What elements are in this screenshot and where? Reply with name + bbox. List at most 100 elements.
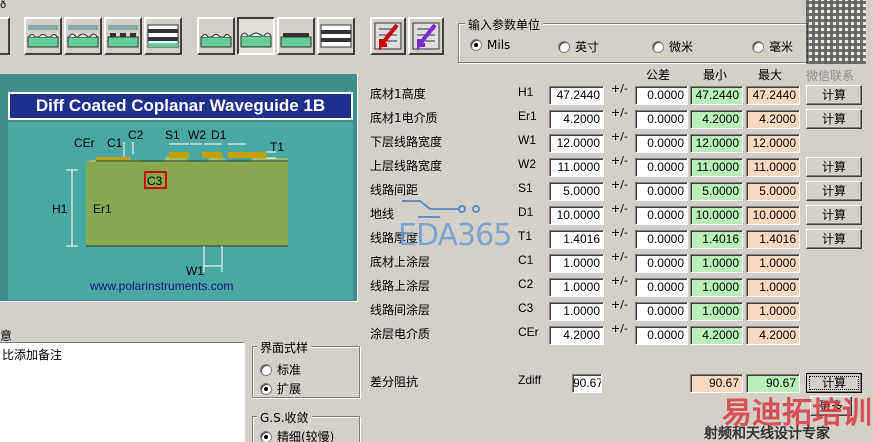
unit-radio-micron[interactable]: 微米 xyxy=(652,38,693,55)
param-max-field[interactable]: 1.0000 xyxy=(746,278,800,297)
param-min-field[interactable]: 11.0000 xyxy=(690,158,743,177)
param-min-field[interactable]: 1.0000 xyxy=(690,302,743,321)
radio-dot-icon xyxy=(260,382,272,395)
coplanar-structure-icon xyxy=(147,24,179,48)
structure-button-5[interactable] xyxy=(197,17,235,55)
param-tolerance-field[interactable]: 0.0000 xyxy=(635,182,688,201)
param-max-field[interactable]: 5.0000 xyxy=(746,182,800,201)
zdiff-calc-button[interactable]: 计算 xyxy=(806,373,862,393)
param-max-field[interactable]: 4.2000 xyxy=(746,110,800,129)
param-tolerance-field[interactable]: 0.0000 xyxy=(635,278,688,297)
param-tolerance-field[interactable]: 0.0000 xyxy=(635,134,688,153)
plus-minus-label: +/- xyxy=(611,106,628,119)
param-min-field[interactable]: 1.0000 xyxy=(690,278,743,297)
zdiff-label: 差分阻抗 xyxy=(370,375,419,389)
calc-button[interactable]: 计算 xyxy=(806,205,862,225)
param-label: 线路厚度 xyxy=(370,231,419,245)
param-value-field[interactable]: 1.0000 xyxy=(549,278,604,297)
calc-button[interactable]: 计算 xyxy=(806,157,862,177)
param-value-field[interactable]: 1.0000 xyxy=(549,254,604,273)
interface-radio-standard[interactable]: 标准 xyxy=(260,361,301,378)
param-min-field[interactable]: 5.0000 xyxy=(690,182,743,201)
param-label: 线路上涂层 xyxy=(370,279,431,293)
param-tolerance-field[interactable]: 0.0000 xyxy=(635,206,688,225)
gs-radio-fine[interactable]: 精细(较慢) xyxy=(260,428,334,442)
structure-button-7[interactable] xyxy=(277,17,315,55)
unit-radio-mils[interactable]: Mils xyxy=(470,38,510,52)
polar-url[interactable]: www.polarinstruments.com xyxy=(90,279,233,293)
param-symbol: C2 xyxy=(518,277,534,291)
calc-button[interactable]: 计算 xyxy=(806,181,862,201)
param-min-field[interactable]: 4.2000 xyxy=(690,110,743,129)
qr-code-icon xyxy=(806,0,866,64)
param-max-field[interactable]: 4.2000 xyxy=(746,326,800,345)
param-value-field[interactable]: 11.0000 xyxy=(549,158,604,177)
param-value-field[interactable]: 4.2000 xyxy=(549,326,604,345)
param-tolerance-field[interactable]: 0.0000 xyxy=(635,254,688,273)
param-min-field[interactable]: 47.2440 xyxy=(690,86,743,105)
label-w1: W1 xyxy=(186,264,204,278)
param-value-field[interactable]: 4.2000 xyxy=(549,110,604,129)
zdiff-min-field[interactable]: 90.67 xyxy=(690,374,743,393)
plus-minus-label: +/- xyxy=(611,154,628,167)
toolbar-button-partial[interactable] xyxy=(0,17,10,55)
param-label: 上层线路宽度 xyxy=(370,159,443,173)
coplanar-structure-icon xyxy=(107,25,139,48)
structure-diagram: Diff Coated Coplanar Waveguide 1B CEr C1… xyxy=(0,74,358,302)
param-value-field[interactable]: 5.0000 xyxy=(549,182,604,201)
unit-radio-mm[interactable]: 毫米 xyxy=(752,38,793,55)
slogan-watermark: 射频和天线设计专家 xyxy=(704,426,830,442)
param-symbol: W1 xyxy=(518,133,536,147)
zdiff-max-field[interactable]: 90.67 xyxy=(746,374,800,393)
param-min-field[interactable]: 10.0000 xyxy=(690,206,743,225)
notes-textarea[interactable]: 比添加备注 xyxy=(0,342,245,442)
param-max-field[interactable]: 10.0000 xyxy=(746,206,800,225)
calc-button[interactable]: 计算 xyxy=(806,109,862,129)
param-min-field[interactable]: 1.4016 xyxy=(690,230,743,249)
param-value-field[interactable]: 10.0000 xyxy=(549,206,604,225)
param-tolerance-field[interactable]: 0.0000 xyxy=(635,230,688,249)
param-max-field[interactable]: 47.2440 xyxy=(746,86,800,105)
param-max-field[interactable]: 11.0000 xyxy=(746,158,800,177)
structure-button-6-selected[interactable] xyxy=(237,17,275,55)
param-value-field[interactable]: 12.0000 xyxy=(549,134,604,153)
param-min-field[interactable]: 4.2000 xyxy=(690,326,743,345)
structure-button-8[interactable] xyxy=(317,17,355,55)
more-button[interactable]: 更多 xyxy=(810,396,852,416)
param-max-field[interactable]: 1.0000 xyxy=(746,254,800,273)
param-tolerance-field[interactable]: 0.0000 xyxy=(635,326,688,345)
param-value-field[interactable]: 1.0000 xyxy=(549,302,604,321)
param-max-field[interactable]: 1.4016 xyxy=(746,230,800,249)
param-tolerance-field[interactable]: 0.0000 xyxy=(635,110,688,129)
param-max-field[interactable]: 12.0000 xyxy=(746,134,800,153)
zdiff-value-field[interactable]: 90.67 xyxy=(572,374,602,393)
label-c1: C1 xyxy=(107,136,123,150)
coplanar-structure-icon xyxy=(200,34,232,48)
notes-placeholder: 比添加备注 xyxy=(2,348,63,362)
export-purple-button[interactable] xyxy=(408,17,444,55)
param-value-field[interactable]: 47.2440 xyxy=(549,86,604,105)
interface-radio-extended[interactable]: 扩展 xyxy=(260,380,301,397)
export-red-button[interactable] xyxy=(370,17,406,55)
top-menu-fragment: ð xyxy=(0,0,7,11)
zdiff-symbol: Zdiff xyxy=(518,373,542,387)
structure-button-4[interactable] xyxy=(144,17,182,55)
structure-button-3[interactable] xyxy=(104,17,142,55)
param-label: 涂层电介质 xyxy=(370,327,431,341)
label-er1: Er1 xyxy=(93,202,112,216)
plus-minus-label: +/- xyxy=(611,322,628,335)
param-tolerance-field[interactable]: 0.0000 xyxy=(635,302,688,321)
param-tolerance-field[interactable]: 0.0000 xyxy=(635,158,688,177)
plus-minus-label: +/- xyxy=(611,226,628,239)
param-min-field[interactable]: 12.0000 xyxy=(690,134,743,153)
param-value-field[interactable]: 1.4016 xyxy=(549,230,604,249)
calc-button[interactable]: 计算 xyxy=(806,229,862,249)
calc-button[interactable]: 计算 xyxy=(806,85,862,105)
param-max-field[interactable]: 1.0000 xyxy=(746,302,800,321)
structure-button-2[interactable] xyxy=(64,17,102,55)
unit-radio-inch[interactable]: 英寸 xyxy=(558,38,599,55)
structure-button-1[interactable] xyxy=(24,17,62,55)
param-label: 线路间距 xyxy=(370,183,419,197)
param-min-field[interactable]: 1.0000 xyxy=(690,254,743,273)
param-tolerance-field[interactable]: 0.0000 xyxy=(635,86,688,105)
